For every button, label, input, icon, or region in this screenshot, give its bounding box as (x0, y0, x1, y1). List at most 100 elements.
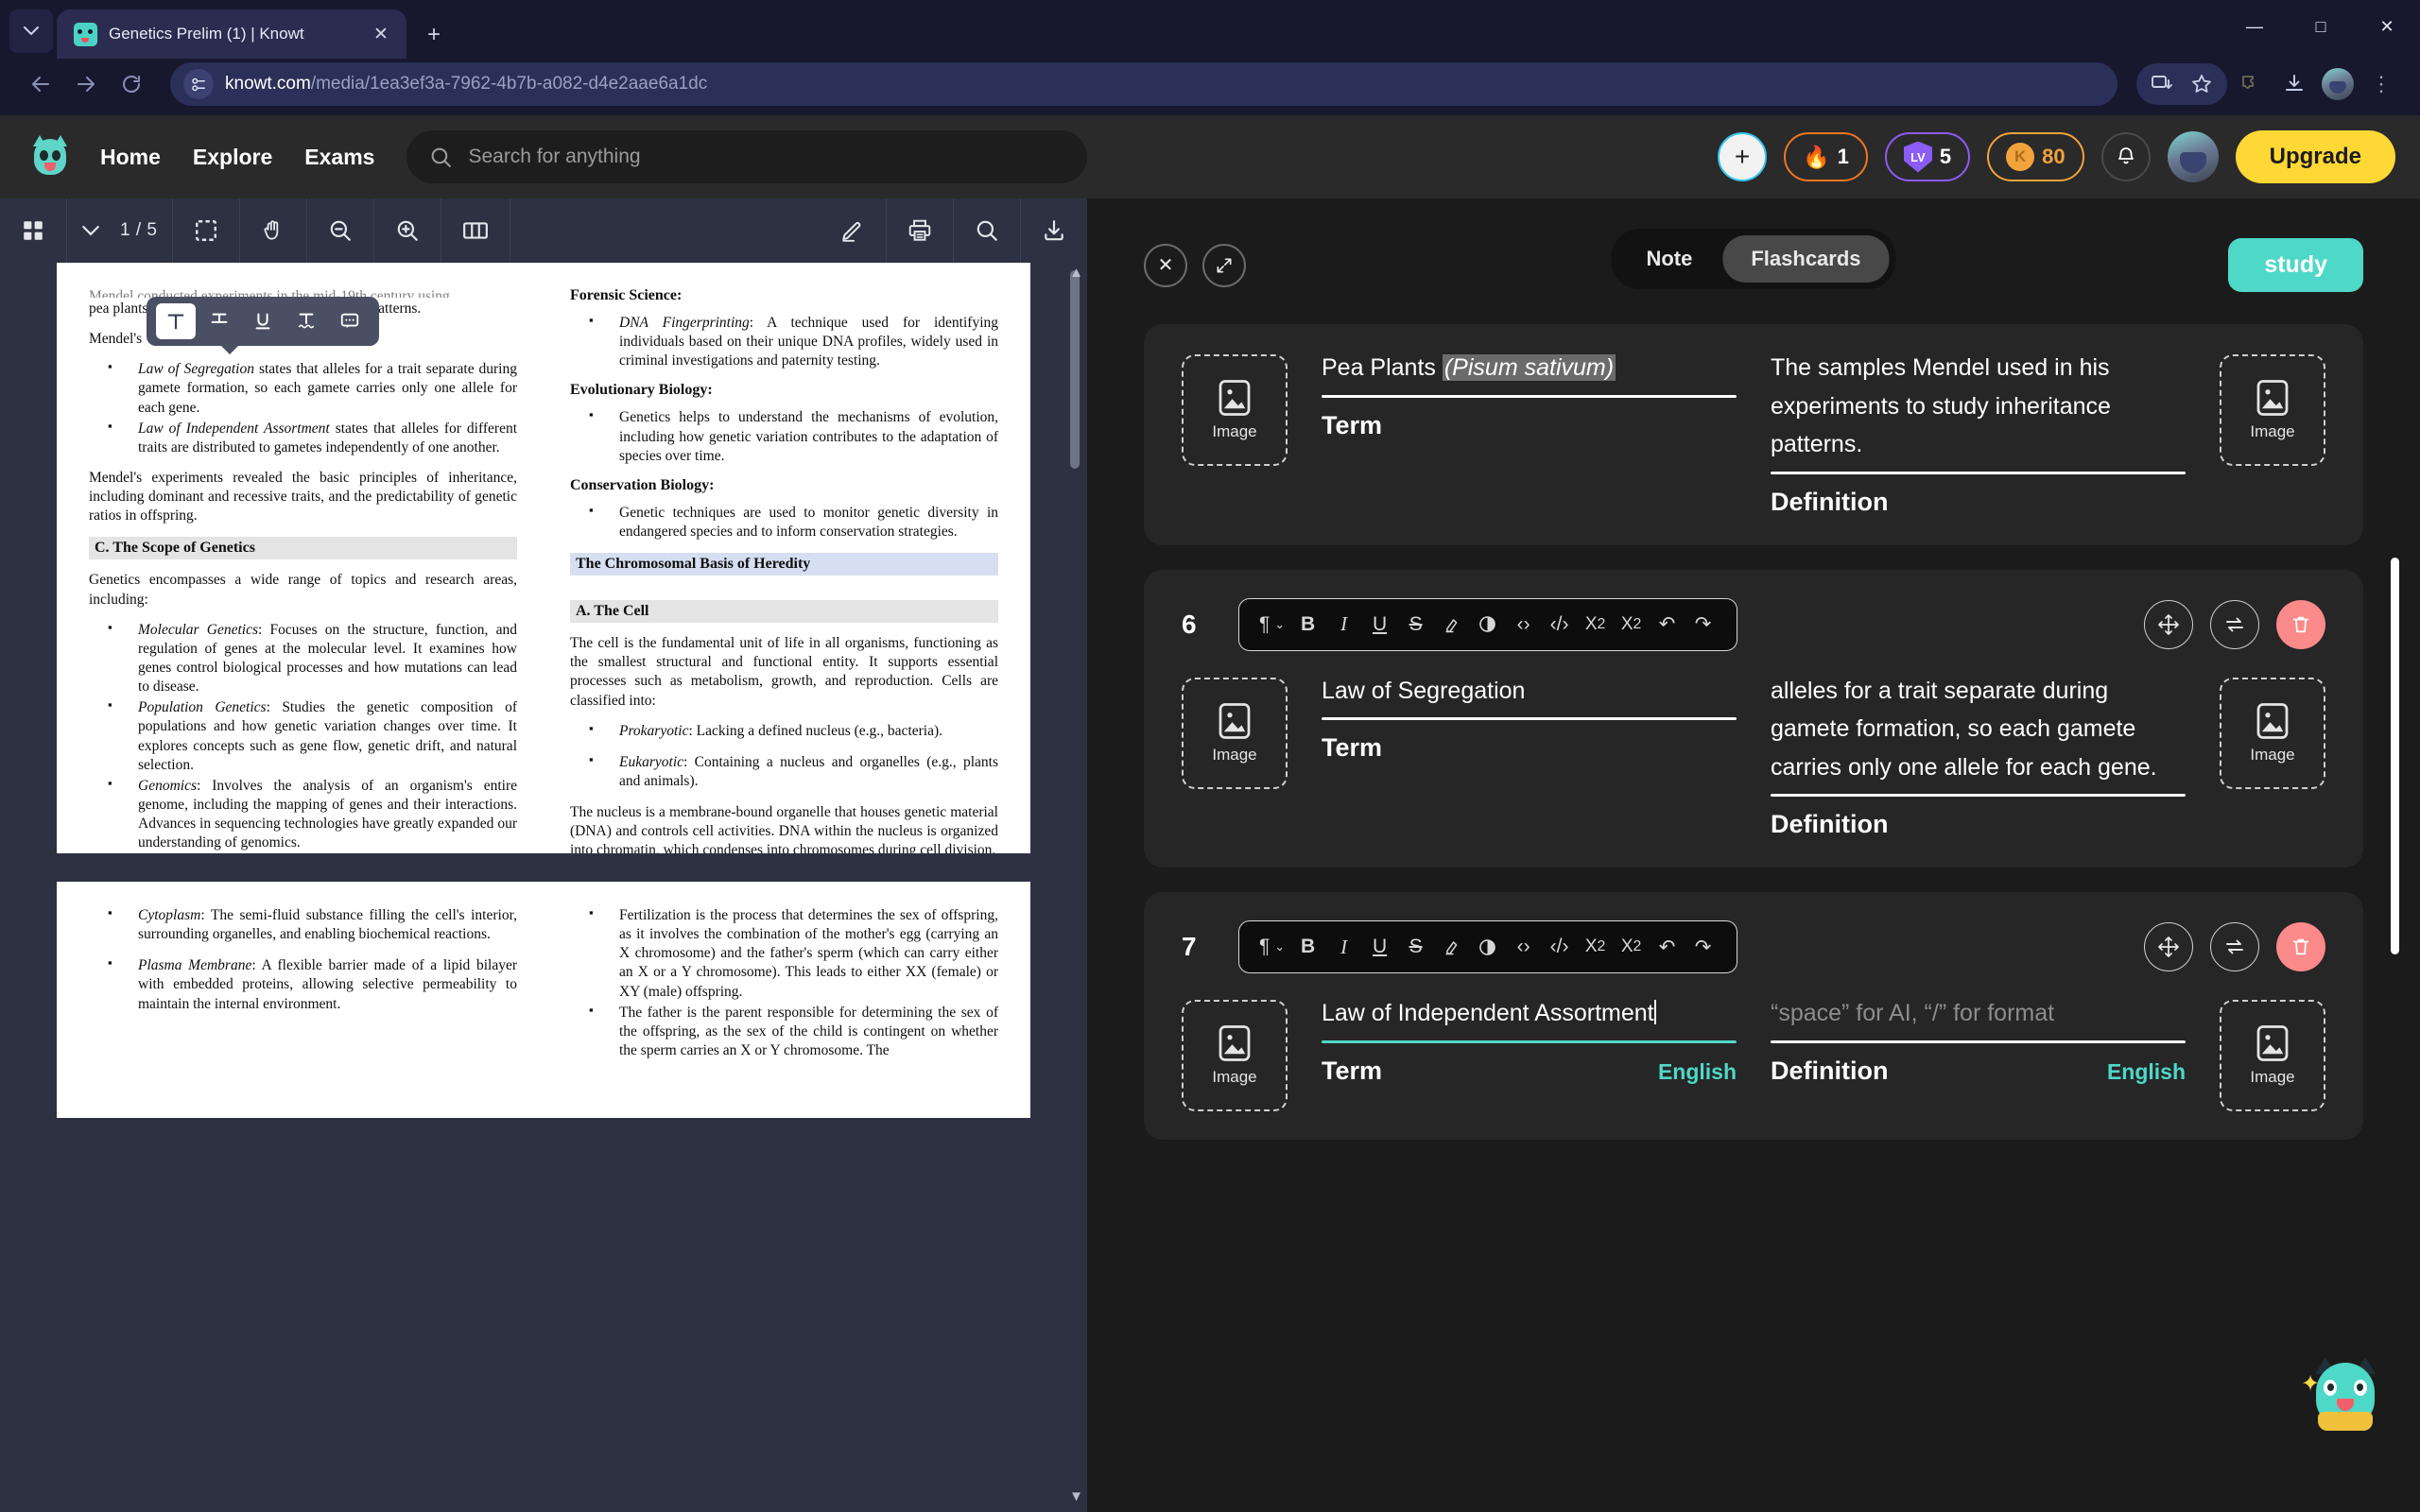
nav-link-explore[interactable]: Explore (193, 145, 272, 170)
pdf-select-tool[interactable] (173, 198, 241, 263)
close-icon[interactable]: ✕ (369, 24, 393, 45)
flashcard-row[interactable]: 7 ¶ ⌄ B I U S ‹› ‹/› X 2 X 2 ↶ ↷ Image L… (1144, 892, 2363, 1140)
term-image-slot[interactable]: Image (1182, 677, 1288, 789)
term-text[interactable]: Law of Independent Assortment (1322, 994, 1737, 1040)
swap-arrows-icon[interactable] (2210, 922, 2259, 971)
global-search-box[interactable]: Search for anything (406, 130, 1088, 183)
more-kebab-icon[interactable]: ⋮ (2361, 64, 2401, 104)
pdf-zoom-out-button[interactable] (307, 198, 375, 263)
definition-field[interactable]: “space” for AI, “/” for format Definitio… (1771, 994, 2186, 1086)
underline-button[interactable]: U (1364, 606, 1396, 644)
subscript-button[interactable]: X2 (1580, 928, 1612, 966)
trash-icon[interactable] (2276, 599, 2325, 649)
rich-text-format-toolbar[interactable]: ¶ ⌄ B I U S ‹› ‹/› X2 X 2 ↶ ↷ (1237, 920, 1737, 973)
swap-arrows-icon[interactable] (2210, 599, 2259, 649)
maximize-button[interactable]: □ (2288, 0, 2354, 53)
strikethrough-button[interactable]: S (1400, 928, 1432, 966)
pdf-scroll-down-arrow[interactable]: ▼ (1069, 1488, 1083, 1504)
paragraph-style-dropdown[interactable]: ¶ ⌄ (1256, 606, 1288, 644)
downloads-icon[interactable] (2274, 64, 2314, 104)
arrow-right-icon[interactable] (66, 64, 106, 104)
coins-badge[interactable]: K 80 (1987, 132, 2084, 181)
term-field[interactable]: Pea Plants (Pisum sativum) Term (1322, 349, 1737, 440)
pdf-page-dropdown[interactable]: 1 / 5 (67, 198, 174, 263)
definition-image-slot[interactable]: Image (2220, 677, 2325, 789)
flashcards-scrollbar[interactable] (2391, 558, 2399, 1106)
term-text[interactable]: Pea Plants (Pisum sativum) (1322, 349, 1737, 395)
code-block-button[interactable]: ‹/› (1544, 606, 1576, 644)
term-field[interactable]: Law of Independent Assortment Term Engli… (1322, 994, 1737, 1086)
strikethrough-tool-button[interactable] (199, 303, 239, 339)
flashcard-row[interactable]: 6 ¶ ⌄ B I U S ‹› ‹/› X 2 X 2 ↶ ↷ Image L… (1144, 569, 2363, 868)
pdf-search-button[interactable] (954, 198, 1021, 263)
squiggly-underline-tool-button[interactable] (286, 303, 326, 339)
minimize-button[interactable]: — (2221, 0, 2288, 53)
definition-text[interactable]: alleles for a trait separate during game… (1771, 672, 2186, 795)
notifications-button[interactable] (2100, 132, 2151, 181)
undo-button[interactable]: ↶ (1651, 928, 1684, 966)
inline-code-button[interactable]: ‹› (1508, 606, 1540, 644)
superscript-button[interactable]: X2 (1616, 928, 1648, 966)
create-button[interactable]: + (1718, 132, 1768, 181)
user-avatar[interactable] (2167, 131, 2219, 182)
text-color-button[interactable] (1472, 928, 1504, 966)
rich-text-format-toolbar[interactable]: ¶ ⌄ B I U S ‹› ‹/› X2 X 2 ↶ ↷ (1237, 597, 1737, 651)
pdf-selection-toolbar[interactable] (147, 297, 379, 354)
pdf-layout-button[interactable] (441, 198, 511, 263)
term-language[interactable]: English (1658, 1059, 1737, 1085)
definition-field[interactable]: alleles for a trait separate during game… (1771, 672, 2186, 840)
reload-icon[interactable] (112, 64, 151, 104)
arrow-left-icon[interactable] (21, 64, 60, 104)
close-x-icon[interactable]: ✕ (1144, 243, 1187, 287)
knowt-owl-logo[interactable] (28, 135, 72, 179)
definition-field[interactable]: The samples Mendel used in his experimen… (1771, 349, 2186, 517)
highlighter-button[interactable] (1436, 606, 1468, 644)
pdf-scrollbar[interactable] (1070, 270, 1080, 1508)
term-field[interactable]: Law of Segregation Term (1322, 672, 1737, 764)
pdf-download-button[interactable] (1021, 198, 1087, 263)
study-button[interactable]: study (2228, 238, 2363, 292)
flashcard-row[interactable]: Image Pea Plants (Pisum sativum) Term Th… (1144, 324, 2363, 545)
pdf-print-button[interactable] (887, 198, 954, 263)
upgrade-button[interactable]: Upgrade (2235, 130, 2395, 183)
italic-button[interactable]: I (1328, 606, 1360, 644)
pdf-scroll-up-arrow[interactable]: ▲ (1069, 265, 1083, 281)
underline-tool-button[interactable] (243, 303, 283, 339)
definition-placeholder[interactable]: “space” for AI, “/” for format (1771, 994, 2186, 1040)
tab-search-chevron-icon[interactable] (9, 9, 53, 53)
pdf-thumbnails-button[interactable] (0, 198, 67, 263)
url-bar[interactable]: knowt.com/media/1ea3ef3a-7962-4b7b-a082-… (170, 62, 2118, 106)
term-image-slot[interactable]: Image (1182, 354, 1288, 466)
paragraph-style-dropdown[interactable]: ¶ ⌄ (1256, 928, 1288, 966)
bold-button[interactable]: B (1292, 928, 1324, 966)
underline-button[interactable]: U (1364, 928, 1396, 966)
definition-image-slot[interactable]: Image (2220, 1000, 2325, 1111)
trash-icon[interactable] (2276, 922, 2325, 971)
pdf-pan-tool[interactable] (240, 198, 308, 263)
definition-text[interactable]: The samples Mendel used in his experimen… (1771, 349, 2186, 472)
strikethrough-button[interactable]: S (1400, 606, 1432, 644)
term-image-slot[interactable]: Image (1182, 1000, 1288, 1111)
inline-code-button[interactable]: ‹› (1508, 928, 1540, 966)
pdf-scroll-area[interactable]: Mendel conducted experiments in the mid-… (0, 263, 1087, 1512)
site-info-icon[interactable] (183, 69, 214, 99)
text-color-button[interactable] (1472, 606, 1504, 644)
flashcards-scrollbar-thumb[interactable] (2391, 558, 2399, 954)
highlighter-button[interactable] (1436, 928, 1468, 966)
redo-button[interactable]: ↷ (1687, 606, 1720, 644)
streak-badge[interactable]: 🔥 1 (1784, 132, 1868, 181)
comment-tool-button[interactable] (330, 303, 370, 339)
undo-button[interactable]: ↶ (1651, 606, 1684, 644)
subscript-button[interactable]: X2 (1580, 606, 1612, 644)
nav-link-exams[interactable]: Exams (304, 145, 374, 170)
term-text[interactable]: Law of Segregation (1322, 672, 1737, 718)
pdf-scrollbar-thumb[interactable] (1070, 270, 1080, 469)
browser-tab[interactable]: Genetics Prelim (1) | Knowt ✕ (57, 9, 406, 59)
cast-icon[interactable] (2142, 64, 2182, 104)
definition-language[interactable]: English (2107, 1059, 2186, 1085)
level-badge[interactable]: LV 5 (1884, 132, 1971, 181)
new-tab-button[interactable]: + (418, 19, 450, 51)
move-arrows-icon[interactable] (2144, 922, 2193, 971)
close-window-button[interactable]: ✕ (2354, 0, 2420, 53)
superscript-button[interactable]: X2 (1616, 606, 1648, 644)
